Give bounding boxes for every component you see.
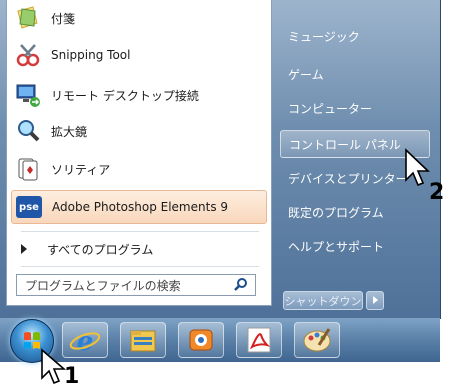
program-label: 付箋 [51, 11, 76, 26]
program-snipping-tool[interactable]: Snipping Tool [11, 38, 267, 72]
menu-item-help-support[interactable]: ヘルプとサポート [280, 232, 430, 260]
menu-item-label: コンピューター [288, 101, 373, 116]
program-solitaire[interactable]: ソリティア [11, 152, 267, 186]
divider [21, 231, 259, 232]
media-player-icon [189, 329, 213, 351]
internet-explorer-icon: e [69, 327, 101, 357]
magnifier-icon [15, 118, 41, 144]
program-label: リモート デスクトップ接続 [51, 88, 199, 103]
remote-desktop-icon [15, 82, 41, 108]
photoshop-badge-text: pse [19, 201, 39, 213]
menu-item-music[interactable]: ミュージック [280, 22, 430, 50]
chevron-right-icon [21, 244, 27, 254]
photoshop-elements-icon: pse [16, 196, 42, 218]
step-number-1: 1 [64, 364, 80, 389]
menu-item-label: ミュージック [288, 29, 360, 44]
sticky-notes-icon [15, 5, 41, 31]
all-programs-button[interactable]: すべてのプログラム [19, 238, 259, 260]
program-label: 拡大鏡 [51, 124, 88, 139]
taskbar-internet-explorer[interactable]: e [62, 322, 108, 358]
snipping-tool-icon [15, 42, 41, 68]
step-number-2: 2 [429, 180, 445, 205]
program-label: ソリティア [51, 162, 111, 177]
menu-item-games[interactable]: ゲーム [280, 60, 430, 88]
taskbar-file-explorer[interactable] [120, 322, 166, 358]
menu-item-label: 既定のプログラム [288, 205, 384, 220]
search-icon [233, 277, 249, 293]
file-explorer-icon [130, 330, 156, 352]
search-placeholder: プログラムとファイルの検索 [25, 278, 181, 293]
shutdown-button[interactable]: シャットダウン [283, 291, 363, 310]
solitaire-icon [15, 156, 41, 182]
program-sticky-notes[interactable]: 付箋 [11, 1, 267, 35]
start-menu: 付箋 Snipping Tool リモート デスクトップ接続 拡大鏡 ソリティア… [0, 0, 441, 319]
svg-text:e: e [77, 327, 94, 357]
shutdown-label: シャットダウン [284, 294, 362, 308]
pdf-reader-icon [247, 327, 271, 353]
program-magnifier[interactable]: 拡大鏡 [11, 114, 267, 148]
program-label: Snipping Tool [51, 48, 131, 62]
shutdown-options-button[interactable] [366, 291, 384, 310]
menu-item-label: デバイスとプリンター [288, 171, 408, 186]
paint-icon [303, 328, 331, 352]
program-remote-desktop[interactable]: リモート デスクトップ接続 [11, 78, 267, 112]
menu-item-computer[interactable]: コンピューター [280, 94, 430, 122]
divider [21, 266, 259, 267]
menu-item-label: ヘルプとサポート [288, 239, 385, 254]
search-input[interactable]: プログラムとファイルの検索 [16, 274, 256, 296]
taskbar-media-player[interactable] [178, 322, 224, 358]
menu-item-label: コントロール パネル [289, 137, 401, 152]
all-programs-label: すべてのプログラム [47, 242, 154, 257]
menu-item-default-programs[interactable]: 既定のプログラム [280, 198, 430, 226]
menu-item-label: ゲーム [288, 67, 324, 82]
taskbar-paint[interactable] [294, 322, 340, 358]
program-label: Adobe Photoshop Elements 9 [52, 200, 229, 214]
mouse-pointer-icon [405, 148, 430, 187]
programs-pane: 付箋 Snipping Tool リモート デスクトップ接続 拡大鏡 ソリティア… [6, 0, 272, 306]
program-photoshop-elements[interactable]: pse Adobe Photoshop Elements 9 [11, 190, 267, 224]
taskbar-pdf-reader[interactable] [236, 322, 282, 358]
